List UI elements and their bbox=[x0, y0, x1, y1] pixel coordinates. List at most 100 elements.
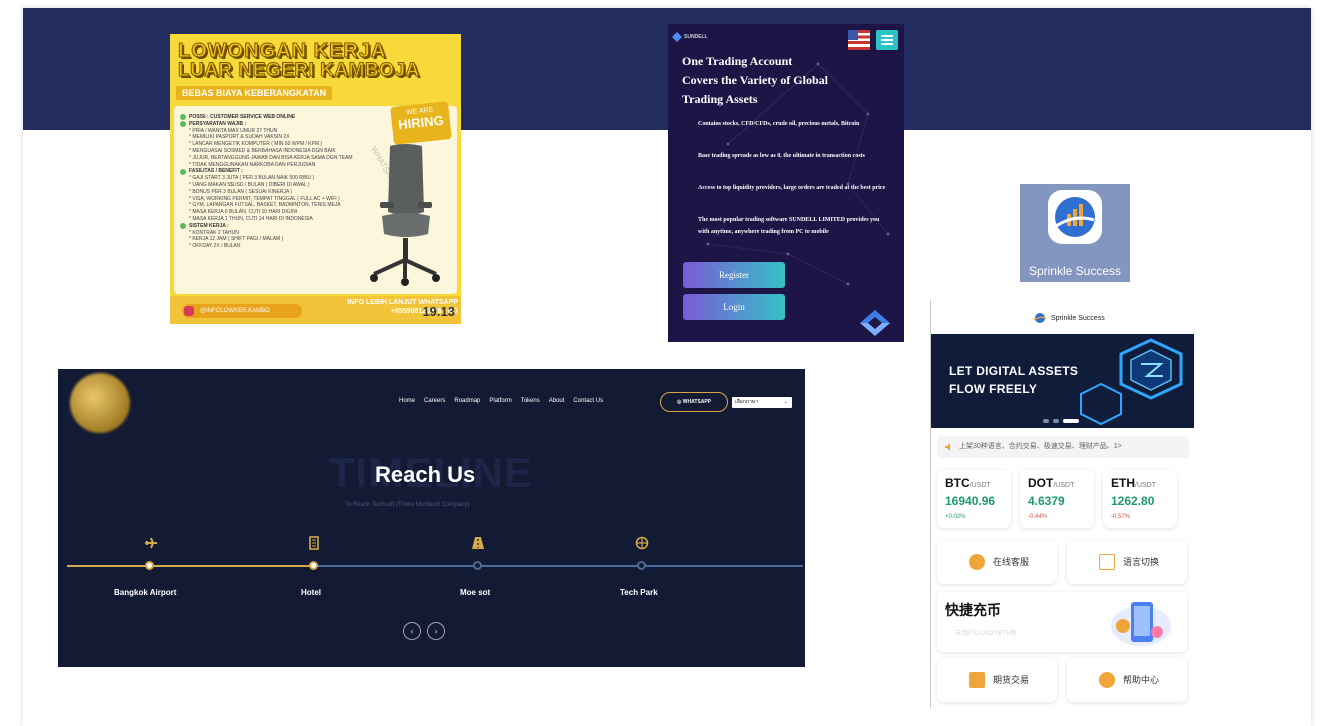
stop-moe-sot: Moe sot bbox=[460, 588, 491, 597]
banner-line-2: FLOW FREELY bbox=[949, 382, 1038, 396]
carousel-dots[interactable] bbox=[772, 332, 793, 342]
ticker-btc[interactable]: BTC/USDT 16940.96 +0.02% bbox=[937, 470, 1011, 528]
sundell-brand: SUNDELL bbox=[684, 34, 708, 40]
ticker-price: 16940.96 bbox=[945, 494, 996, 508]
sprinkle-mobile-app: Sprinkle Success LET DIGITAL ASSETS FLOW… bbox=[930, 300, 1194, 708]
support-icon bbox=[969, 554, 985, 570]
banner-line-1: LET DIGITAL ASSETS bbox=[949, 364, 1079, 378]
poster-list-item: * MEMILIKI PASPORT & SUDAH VAKSIN 2X bbox=[189, 134, 290, 141]
check-icon bbox=[180, 121, 186, 128]
login-button[interactable]: Login bbox=[683, 294, 785, 320]
globe-icon bbox=[635, 536, 649, 550]
road-icon bbox=[472, 537, 484, 549]
poster-requirements: POSISI : CUSTOMER SERVICE WEB ONLINE PERS… bbox=[180, 114, 380, 250]
timeline-node-3[interactable] bbox=[473, 561, 482, 570]
ticker-eth[interactable]: ETH/USDT 1262.80 -0.57% bbox=[1103, 470, 1177, 528]
chevron-down-icon: ⌄ bbox=[783, 399, 788, 405]
help-icon bbox=[1099, 672, 1115, 688]
instagram-icon bbox=[184, 306, 194, 316]
poster-ribbon: BEBAS BIAYA KEBERANGKATAN bbox=[176, 86, 333, 100]
collage-page: LOWONGAN KERJA LUAR NEGERI KAMBOJA BEBAS… bbox=[0, 0, 1326, 726]
futures-trading-tile[interactable]: 期货交易 bbox=[937, 658, 1057, 702]
ticker-symbol: BTC/USDT bbox=[945, 476, 991, 490]
poster-section-title: FASILITAS / BENEFIT : bbox=[180, 168, 380, 175]
trade-feature-1: Contains stocks, CFD/CFDs, crude oil, pr… bbox=[698, 121, 860, 127]
poster-list-item: * GYM, LAPANGAN FUTSAL, BASKET, BADMINTO… bbox=[189, 202, 341, 209]
banner-pager[interactable] bbox=[1043, 410, 1083, 428]
poster-section-title: SISTEM KERJA : bbox=[180, 223, 380, 230]
stop-tech-park: Tech Park bbox=[620, 588, 658, 597]
trade-feature-2: Base trading spreads as low as 0, the ul… bbox=[698, 153, 865, 159]
announcement-bar[interactable]: 上架30种语言、合约交易、极速交易、理财产品、1> bbox=[937, 436, 1189, 458]
top-nav: Home Careers Roadmap Platform Tokens Abo… bbox=[399, 398, 603, 404]
check-icon bbox=[180, 168, 186, 175]
banner-title: LET DIGITAL ASSETS FLOW FREELY bbox=[949, 362, 1078, 398]
nav-roadmap[interactable]: Roadmap bbox=[454, 398, 480, 404]
trade-headline: One Trading Account Covers the Variety o… bbox=[682, 52, 892, 109]
poster-list-item: * KONTRAK 2 TAHUN bbox=[189, 229, 239, 236]
nav-contact[interactable]: Contact Us bbox=[573, 398, 603, 404]
timeline-node-1[interactable] bbox=[145, 561, 154, 570]
online-support-tile[interactable]: 在线客服 bbox=[937, 540, 1057, 584]
poster-title-2: LUAR NEGERI KAMBOJA bbox=[178, 60, 420, 82]
poster-list-item: * KERJA 12 JAM ( SHIFT PAGI / MALAM ) bbox=[189, 236, 284, 243]
sprinkle-app-icon[interactable]: Sprinkle Success bbox=[1020, 184, 1130, 282]
sprinkle-header: Sprinkle Success bbox=[931, 300, 1194, 334]
ticker-dot[interactable]: DOT/USDT 4.6379 -0.44% bbox=[1020, 470, 1094, 528]
sundell-logo-icon bbox=[672, 32, 682, 42]
ticker-price: 1262.80 bbox=[1111, 494, 1155, 508]
timeline-node-2[interactable] bbox=[309, 561, 318, 570]
check-icon bbox=[180, 114, 186, 121]
hiring-badge: WE ARE HIRING bbox=[390, 101, 452, 145]
promo-banner[interactable]: LET DIGITAL ASSETS FLOW FREELY bbox=[931, 334, 1194, 428]
us-flag-icon[interactable] bbox=[848, 30, 870, 50]
whatsapp-button[interactable]: ◎ WHATSAPP bbox=[660, 392, 728, 412]
sprinkle-icon-label: Sprinkle Success bbox=[1028, 264, 1122, 278]
reach-us-heading: Reach Us bbox=[375, 462, 476, 487]
poster-list-item: * PRIA / WANITA MAX UMUR 27 THUN bbox=[189, 127, 278, 134]
ticker-symbol: DOT/USDT bbox=[1028, 476, 1075, 490]
language-select[interactable]: เลือกภาษา ⌄ bbox=[732, 397, 792, 408]
language-value: เลือกภาษา bbox=[735, 399, 759, 405]
chevron-right-icon[interactable]: › bbox=[427, 622, 445, 640]
ticker-symbol: ETH/USDT bbox=[1111, 476, 1156, 490]
coin-logo[interactable] bbox=[70, 373, 130, 433]
headline-line-3: Trading Assets bbox=[682, 92, 758, 106]
futures-icon bbox=[969, 672, 985, 688]
nav-platform[interactable]: Platform bbox=[489, 398, 511, 404]
sundell-corner-logo-icon bbox=[860, 310, 890, 336]
poster-list-item: * TIDAK MENGGUNAKAN NARKOBA DAN PERJUDIA… bbox=[189, 161, 316, 168]
check-icon bbox=[180, 223, 186, 230]
ticker-change: +0.02% bbox=[945, 514, 966, 520]
timeline-progress bbox=[67, 565, 318, 567]
reach-us-subheading: To Reach Techsoft (Trinnx Multitech Comp… bbox=[345, 502, 470, 508]
timeline-arrows: ‹ › bbox=[403, 622, 445, 640]
headline-line-1: One Trading Account bbox=[682, 54, 793, 68]
sprinkle-header-logo-icon bbox=[1033, 313, 1047, 323]
speaker-icon bbox=[945, 443, 950, 451]
nav-tokens[interactable]: Tokens bbox=[521, 398, 540, 404]
register-button[interactable]: Register bbox=[683, 262, 785, 288]
poster-list-item: * BONUS PER 3 BULAN ( SESUAI KINERJA ) bbox=[189, 188, 293, 195]
chevron-left-icon[interactable]: ‹ bbox=[403, 622, 421, 640]
timeline-node-4[interactable] bbox=[637, 561, 646, 570]
poster-list-item: * UANG MAKAN 5$USD / BULAN ( DIBERI DI A… bbox=[189, 181, 310, 188]
office-chair-image bbox=[370, 144, 440, 286]
language-switch-tile[interactable]: 语言切换 bbox=[1067, 540, 1187, 584]
poster-instagram: @INFOLOWKER.KAMBO bbox=[182, 304, 302, 318]
quick-deposit-card[interactable]: 快捷充币 支持BTC/USDT/ETH等 bbox=[937, 592, 1187, 652]
poster-section-title: POSISI : CUSTOMER SERVICE WEB ONLINE bbox=[180, 114, 380, 121]
nav-about[interactable]: About bbox=[549, 398, 565, 404]
poster-list-item: * MASA KERJA 1 THUN, CUTI 14 HARI DI IND… bbox=[189, 215, 313, 222]
poster-list-item: * VISA, WORKING PERMIT, TEMPAT TINGGAL (… bbox=[189, 195, 340, 202]
hamburger-menu-icon[interactable] bbox=[876, 30, 898, 50]
ticker-change: -0.44% bbox=[1028, 514, 1048, 520]
job-poster: LOWONGAN KERJA LUAR NEGERI KAMBOJA BEBAS… bbox=[170, 34, 461, 324]
nav-careers[interactable]: Careers bbox=[424, 398, 445, 404]
poster-list-item: * LANCAR MENGETIK KOMPUTER ( MIN 60 WPM … bbox=[189, 141, 323, 148]
poster-list-item: * MASA KERJA 6 BULAN, CUTI 10 HARI DIGIN… bbox=[189, 209, 298, 216]
nav-home[interactable]: Home bbox=[399, 398, 415, 404]
poster-list-item: * JUJUR, BERTANGGUNG JAWAB DAN BISA KERJ… bbox=[189, 154, 353, 161]
building-icon bbox=[309, 536, 319, 550]
help-center-tile[interactable]: 帮助中心 bbox=[1067, 658, 1187, 702]
